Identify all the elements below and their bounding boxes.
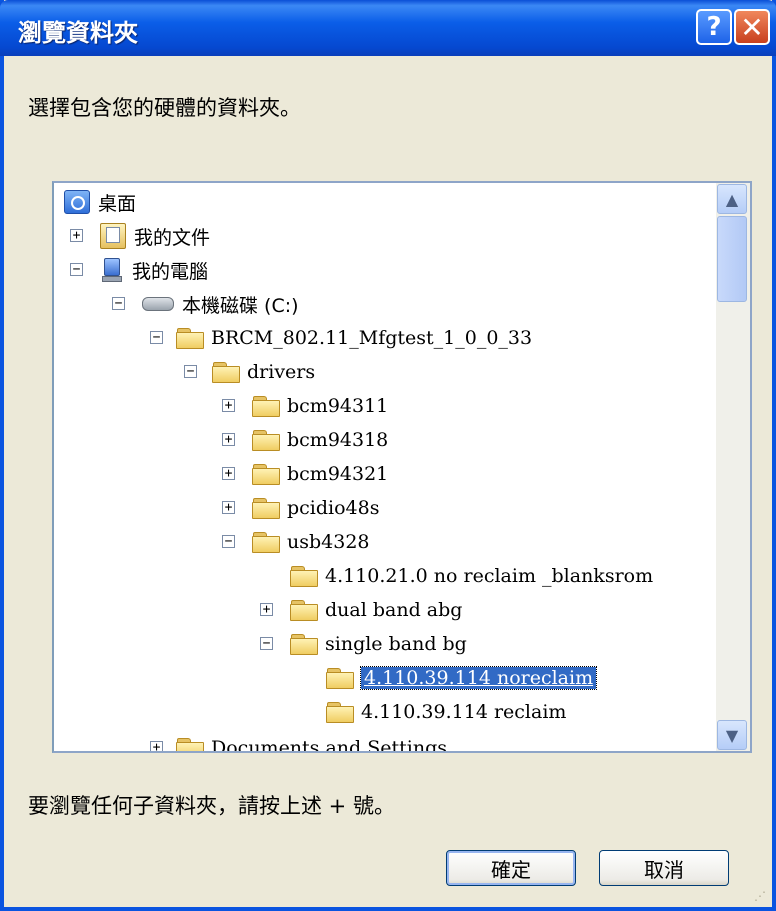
tree-item-drivers[interactable]: − drivers xyxy=(184,357,316,387)
tree-item-label: bcm94321 xyxy=(287,463,389,485)
scroll-up-arrow-icon[interactable]: ▲ xyxy=(717,184,747,214)
drive-icon xyxy=(142,297,174,311)
tree-item-label: single band bg xyxy=(325,633,467,655)
tree-item-brcm-folder[interactable]: − BRCM_802.11_Mfgtest_1_0_0_33 xyxy=(150,323,533,353)
folder-icon xyxy=(290,600,318,621)
tree-item-label: bcm94311 xyxy=(287,395,389,417)
collapse-minus-icon[interactable]: − xyxy=(112,297,125,310)
folder-icon xyxy=(252,396,280,417)
tree-item-4-110-39-114-noreclaim[interactable]: 4.110.39.114 noreclaim xyxy=(326,663,598,693)
tree-item-label: usb4328 xyxy=(287,531,370,553)
folder-icon xyxy=(176,328,204,349)
folder-icon xyxy=(326,702,354,723)
tree-item-single-band-bg[interactable]: − single band bg xyxy=(260,629,467,659)
title-bar[interactable]: 瀏覽資料夾 ? ✕ xyxy=(0,0,776,56)
expand-plus-icon[interactable]: + xyxy=(222,467,235,480)
collapse-minus-icon[interactable]: − xyxy=(184,365,197,378)
my-documents-icon xyxy=(100,223,126,249)
tree-item-documents-and-settings[interactable]: + Documents and Settings xyxy=(150,733,447,753)
tree-item-4-110-39-114-reclaim[interactable]: 4.110.39.114 reclaim xyxy=(326,697,566,727)
scroll-down-arrow-icon[interactable]: ▼ xyxy=(717,720,747,750)
expand-plus-icon[interactable]: + xyxy=(222,501,235,514)
resize-grip-icon[interactable]: ⋰ xyxy=(754,889,768,903)
folder-icon xyxy=(252,532,280,553)
folder-icon xyxy=(290,634,318,655)
instruction-text: 選擇包含您的硬體的資料夾。 xyxy=(28,96,301,120)
desktop-icon xyxy=(64,190,90,214)
tree-item-desktop[interactable]: 桌面 xyxy=(64,187,136,217)
folder-icon xyxy=(176,738,204,751)
window-title: 瀏覽資料夾 xyxy=(18,19,138,47)
tree-item-label: 桌面 xyxy=(98,192,137,215)
browse-folder-dialog: 瀏覽資料夾 ? ✕ 選擇包含您的硬體的資料夾。 桌面 + 我的文件 − 我的電腦… xyxy=(0,0,776,911)
tree-item-label-selected: 4.110.39.114 noreclaim xyxy=(359,666,598,690)
close-button[interactable]: ✕ xyxy=(734,9,770,45)
tree-item-label: BRCM_802.11_Mfgtest_1_0_0_33 xyxy=(211,327,533,349)
tree-item-label: 4.110.21.0 no reclaim _blanksrom xyxy=(325,565,654,587)
ok-button[interactable]: 確定 xyxy=(446,850,576,886)
my-computer-icon xyxy=(100,258,124,282)
tree-item-bcm94311[interactable]: + bcm94311 xyxy=(222,391,389,421)
tree-item-label: 本機磁碟 (C:) xyxy=(182,294,299,317)
expand-plus-icon[interactable]: + xyxy=(150,741,163,751)
scrollbar-thumb[interactable] xyxy=(717,216,747,302)
expand-plus-icon[interactable]: + xyxy=(260,603,273,616)
folder-icon xyxy=(212,362,240,383)
folder-icon xyxy=(290,566,318,587)
tree-item-label: pcidio48s xyxy=(287,497,380,519)
expand-plus-icon[interactable]: + xyxy=(222,399,235,412)
tree-item-usb4328[interactable]: − usb4328 xyxy=(222,527,370,557)
collapse-minus-icon[interactable]: − xyxy=(222,535,235,548)
folder-icon xyxy=(252,430,280,451)
hint-text: 要瀏覽任何子資料夾，請按上述 + 號。 xyxy=(28,794,395,818)
folder-open-icon xyxy=(326,668,354,689)
expand-plus-icon[interactable]: + xyxy=(222,433,235,446)
tree-item-pcidio48s[interactable]: + pcidio48s xyxy=(222,493,380,523)
tree-item-label: 4.110.39.114 reclaim xyxy=(361,701,567,723)
expand-plus-icon[interactable]: + xyxy=(70,229,83,242)
collapse-minus-icon[interactable]: − xyxy=(150,331,163,344)
collapse-minus-icon[interactable]: − xyxy=(70,263,83,276)
folder-tree[interactable]: 桌面 + 我的文件 − 我的電腦 − 本機磁碟 (C:) − BRCM_802.… xyxy=(52,181,752,753)
tree-item-my-computer[interactable]: − 我的電腦 xyxy=(70,255,209,285)
tree-item-label: dual band abg xyxy=(325,599,463,621)
tree-item-label: Documents and Settings xyxy=(211,737,447,753)
tree-item-bcm94321[interactable]: + bcm94321 xyxy=(222,459,389,489)
tree-item-label: bcm94318 xyxy=(287,429,389,451)
tree-item-dual-band-abg[interactable]: + dual band abg xyxy=(260,595,463,625)
tree-item-my-documents[interactable]: + 我的文件 xyxy=(70,221,211,251)
folder-icon xyxy=(252,498,280,519)
cancel-button[interactable]: 取消 xyxy=(599,850,729,886)
tree-item-4-110-21-0-no-reclaim[interactable]: 4.110.21.0 no reclaim _blanksrom xyxy=(290,561,653,591)
collapse-minus-icon[interactable]: − xyxy=(260,637,273,650)
tree-item-label: drivers xyxy=(247,361,316,383)
tree-item-bcm94318[interactable]: + bcm94318 xyxy=(222,425,389,455)
help-button[interactable]: ? xyxy=(696,9,732,45)
folder-icon xyxy=(252,464,280,485)
vertical-scrollbar[interactable]: ▲ ▼ xyxy=(716,183,750,751)
tree-item-local-disk[interactable]: − 本機磁碟 (C:) xyxy=(112,289,299,319)
tree-item-label: 我的文件 xyxy=(134,226,211,249)
tree-item-label: 我的電腦 xyxy=(132,260,209,283)
